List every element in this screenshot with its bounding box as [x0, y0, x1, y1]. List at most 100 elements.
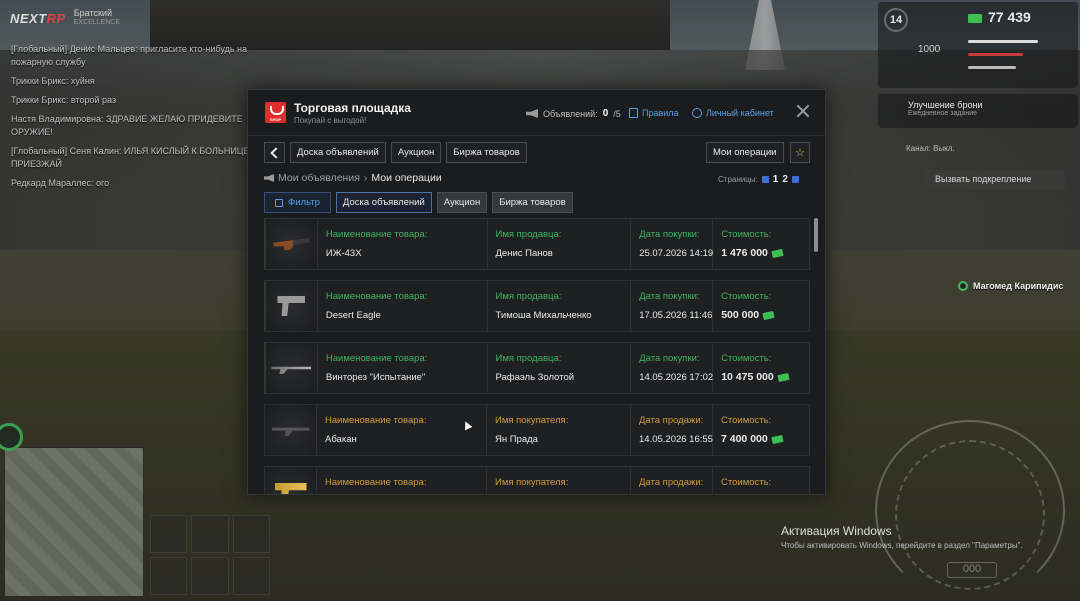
gold-weapon-icon: [274, 483, 307, 494]
operation-row[interactable]: Наименование товара: ИЖ-43Х Имя продавца: Д…: [264, 218, 810, 270]
party-name: Ян Прада: [495, 434, 538, 445]
armor-bar: [968, 66, 1016, 69]
date-label: Дата покупки:: [639, 291, 700, 302]
party-label: Имя продавца:: [495, 229, 562, 240]
price-cell: Стоимость: 1 476 000: [713, 219, 809, 269]
operation-row[interactable]: Наименование товара: Desert Eagle Имя прод…: [264, 280, 810, 332]
operation-date: 25.07.2026 14:19: [639, 248, 714, 259]
chat-line: Настя Владимировна: ЗДРАВИЕ ЖЕЛАЮ ПРИДЕВ…: [11, 114, 243, 137]
party-cell: Имя продавца: Тимоша Михальченко: [488, 281, 632, 331]
breadcrumb-separator: ›: [363, 172, 368, 184]
date-label: Дата покупки:: [639, 353, 700, 364]
breadcrumb-root[interactable]: Мои объявления: [278, 172, 360, 184]
speed-digits: 000: [947, 562, 997, 578]
price-amount: 1 476 000: [721, 247, 768, 259]
nav-auction-button[interactable]: Аукцион: [390, 142, 442, 163]
chat-line: Трикки Брикс: хуйня: [11, 76, 95, 86]
back-button[interactable]: [264, 142, 285, 163]
price-cell: Стоимость: 500 000: [713, 281, 809, 331]
price-label: Стоимость:: [721, 477, 772, 488]
tab-auction[interactable]: Аукцион: [436, 192, 488, 213]
item-label: Наименование товара:: [325, 229, 428, 240]
minimap[interactable]: [0, 423, 144, 597]
rules-label: Правила: [642, 108, 679, 118]
operation-row[interactable]: Наименование товара: Имя покупателя: Дата …: [264, 466, 810, 494]
chat-line: [Глобальный] Сеня Калин: ИЛЬЯ КИСЛЫЙ К Б…: [11, 146, 250, 169]
nav-exchange-button[interactable]: Биржа товаров: [446, 142, 527, 163]
modal-header: SHOP Торговая площадка Покупай с выгодой…: [248, 90, 825, 136]
party-name: Денис Панов: [495, 248, 553, 259]
inventory-slot[interactable]: [150, 515, 188, 553]
party-cell: Имя покупателя: Ян Прада: [487, 405, 631, 455]
inventory-slot[interactable]: [232, 515, 270, 553]
pages-label: Страницы:: [718, 175, 758, 184]
daily-task-panel: Улучшение брони Ежедневное задание: [878, 94, 1078, 128]
item-label: Наименование товара:: [325, 291, 428, 302]
price-value: 500 000: [721, 309, 809, 321]
call-reinforcement-button[interactable]: Вызвать подкрепление: [925, 170, 1065, 190]
party-label: Имя продавца:: [495, 353, 562, 364]
price-label: Стоимость:: [721, 229, 772, 240]
party-cell: Имя продавца: Рафаэль Золотой: [488, 343, 632, 393]
party-name: Рафаэль Золотой: [495, 372, 575, 383]
scrollbar[interactable]: [814, 218, 818, 252]
tab-exchange[interactable]: Биржа товаров: [492, 192, 573, 213]
inventory-slot[interactable]: [191, 515, 229, 553]
item-name: ИЖ-43Х: [325, 248, 362, 259]
date-label: Дата продажи:: [639, 477, 704, 488]
date-label: Дата покупки:: [639, 229, 700, 240]
filter-icon: [275, 198, 283, 207]
prev-page-icon[interactable]: [761, 176, 769, 183]
section-nav: Доска объявлений Аукцион Биржа товаров: [264, 142, 527, 163]
next-page-icon[interactable]: [791, 176, 799, 183]
item-name: Абакан: [325, 434, 357, 445]
page-number[interactable]: 2: [782, 174, 788, 185]
nav-board-button[interactable]: Доска объявлений: [290, 142, 386, 163]
favorites-star-icon[interactable]: ☆: [790, 142, 810, 163]
operation-date: 14.05.2026 16:55: [639, 434, 713, 445]
my-operations-button[interactable]: Мои операции: [706, 142, 784, 163]
item-thumbnail: [265, 405, 317, 455]
item-cell: Наименование товара: Абакан: [317, 405, 487, 455]
party-label: Имя покупателя:: [495, 477, 569, 488]
shotgun-weapon-icon: [273, 238, 310, 250]
pistol-weapon-icon: [277, 296, 306, 316]
windows-activation-subtitle: Чтобы активировать Windows, перейдите в …: [781, 541, 1023, 550]
item-thumbnail: [266, 219, 318, 269]
filter-button[interactable]: Фильтр: [264, 192, 331, 213]
inventory-slot[interactable]: [150, 557, 188, 595]
price-label: Стоимость:: [721, 415, 772, 426]
item-cell: Наименование товара:: [317, 467, 487, 494]
cash-icon: [771, 248, 784, 258]
date-cell: Дата покупки: 25.07.2026 14:19: [631, 219, 714, 269]
nearby-player-name: Магомед Карипидис: [973, 281, 1064, 291]
player-status-panel: 14 77 439 1000: [878, 2, 1078, 88]
price-amount: 500 000: [721, 309, 760, 321]
voice-channel: Канал: Выкл.: [906, 144, 955, 153]
item-name: Desert Eagle: [325, 310, 381, 321]
server-name: Братский: [73, 8, 112, 18]
item-name: Винторез "Испытание": [325, 372, 426, 383]
operation-row[interactable]: Наименование товара: Винторез "Испытание"…: [264, 342, 810, 394]
close-icon[interactable]: [796, 104, 810, 118]
price-label: Стоимость:: [721, 353, 772, 364]
operations-list: Наименование товара: ИЖ-43Х Имя продавца: Д…: [264, 218, 810, 494]
inventory-slot[interactable]: [191, 557, 229, 595]
tab-board[interactable]: Доска объявлений: [335, 192, 432, 213]
rifle-weapon-icon: [271, 427, 310, 436]
price-cell: Стоимость: 10 475 000: [713, 343, 809, 393]
operation-date: 17.05.2026 11:46: [639, 310, 713, 321]
inventory-slot[interactable]: [232, 557, 270, 595]
personal-cabinet-link[interactable]: Личный кабинет: [692, 108, 774, 118]
date-cell: Дата покупки: 14.05.2026 17:02: [631, 343, 714, 393]
filter-bar: Фильтр Доска объявлений Аукцион Биржа то…: [264, 192, 573, 213]
page-number[interactable]: 1: [773, 174, 779, 185]
operation-row[interactable]: Наименование товара: Абакан Имя покупателя…: [264, 404, 810, 456]
speedometer: 000: [875, 420, 1065, 600]
stat-value: 1000: [918, 44, 941, 55]
document-icon: [629, 108, 638, 118]
cabinet-label: Личный кабинет: [706, 108, 774, 118]
rules-link[interactable]: Правила: [629, 108, 679, 118]
health-bar: [968, 40, 1038, 43]
player-marker-icon: [958, 281, 968, 291]
